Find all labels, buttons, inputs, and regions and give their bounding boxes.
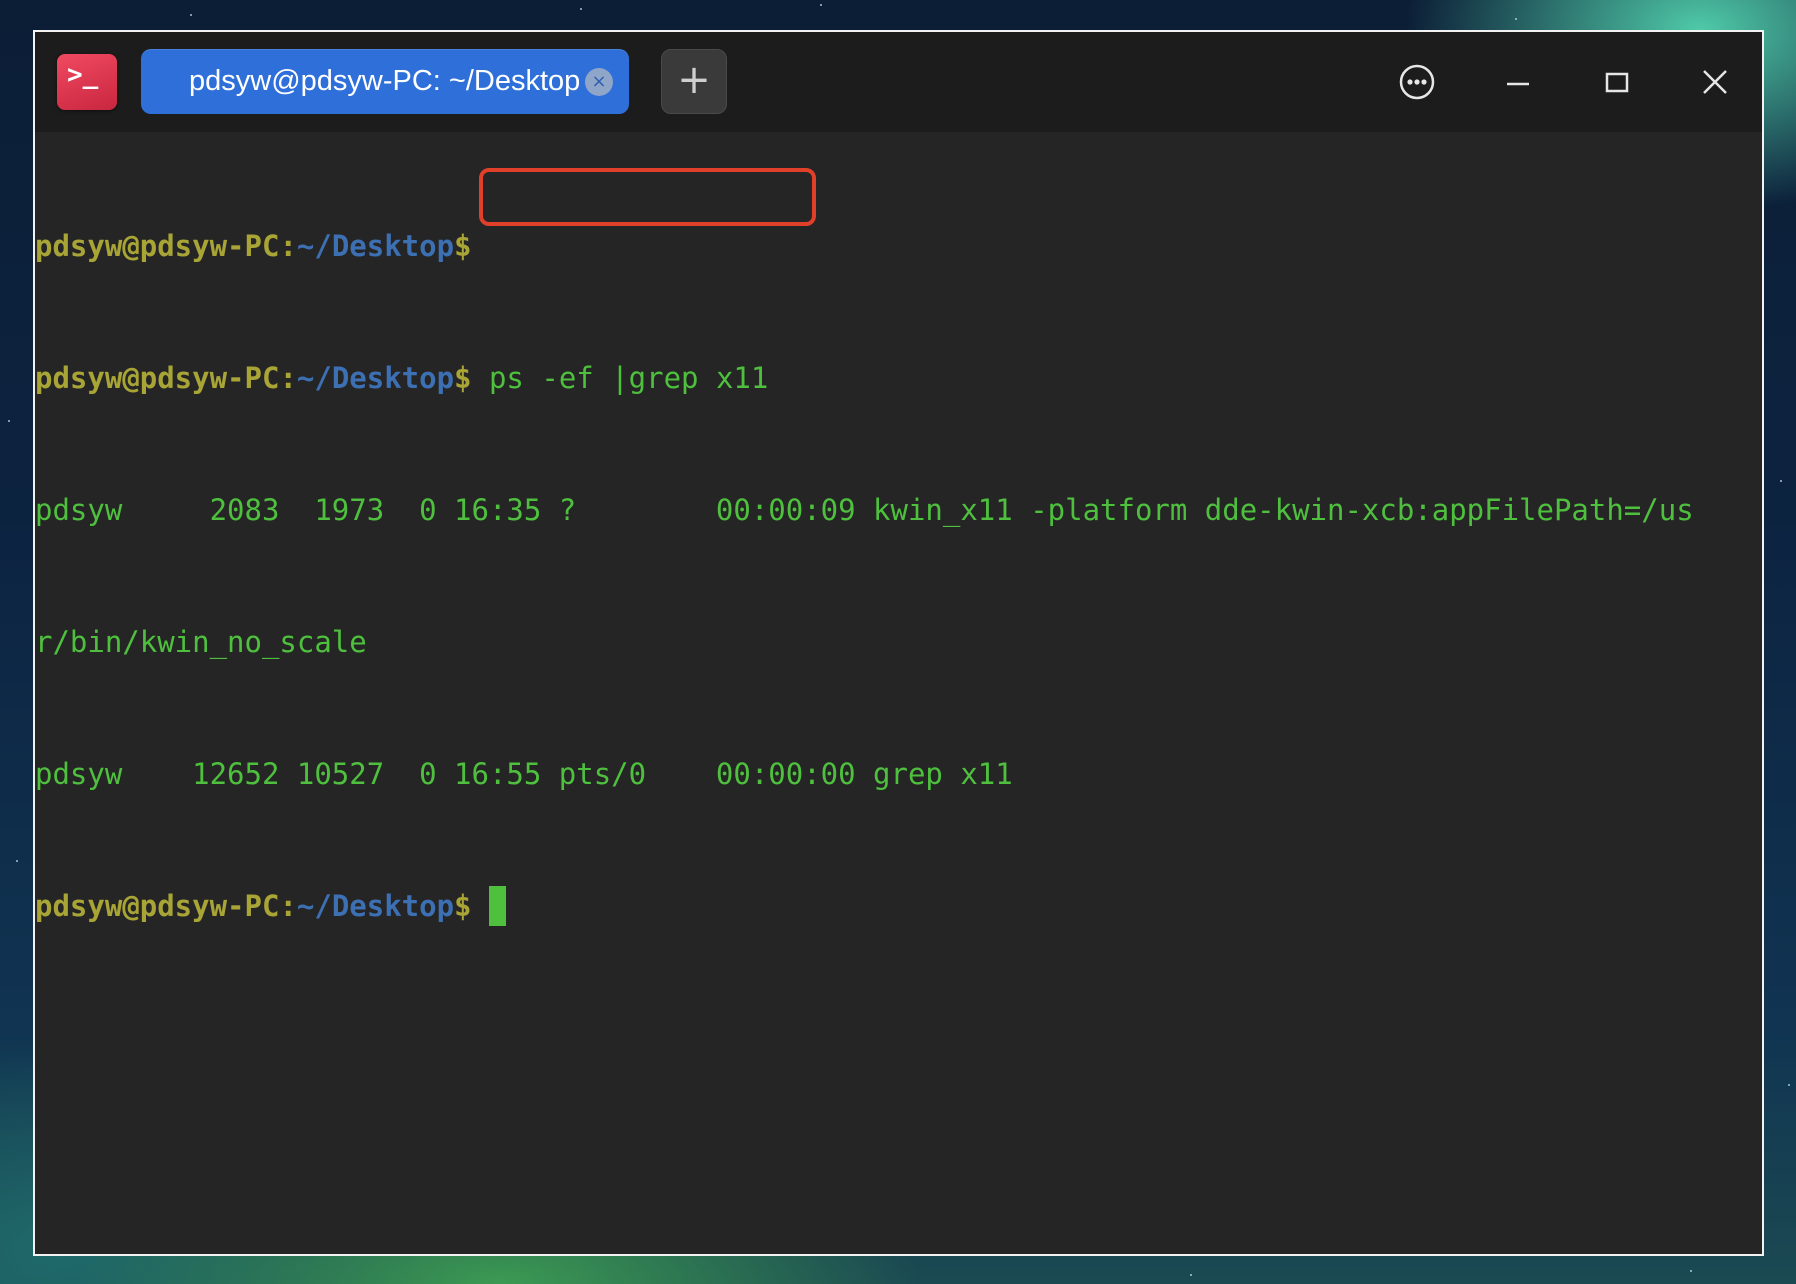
prompt-path: ~/Desktop — [296, 361, 455, 395]
background-star — [1780, 480, 1782, 482]
prompt-separator: : — [279, 361, 297, 395]
prompt-path: ~/Desktop — [296, 889, 455, 923]
output-line: r/bin/kwin_no_scale — [35, 625, 367, 659]
tab-close-icon[interactable]: × — [585, 68, 613, 96]
prompt-path: ~/Desktop — [296, 229, 455, 263]
close-icon[interactable] — [1687, 54, 1743, 110]
prompt-separator: : — [279, 229, 297, 263]
terminal-window: >_ pdsyw@pdsyw-PC: ~/Desktop × + pdsyw@p… — [33, 30, 1764, 1256]
prompt-line: pdsyw@pdsyw-PC:~/Desktop$ — [35, 224, 1762, 268]
prompt-symbol: $ — [454, 229, 472, 263]
background-star — [1190, 1274, 1192, 1276]
more-options-icon[interactable] — [1389, 54, 1445, 110]
command-text: ps -ef |grep x11 — [471, 361, 769, 395]
terminal-output-area[interactable]: pdsyw@pdsyw-PC:~/Desktop$ pdsyw@pdsyw-PC… — [35, 132, 1762, 1254]
new-tab-button[interactable]: + — [661, 49, 727, 114]
background-star — [190, 14, 192, 16]
background-star — [820, 4, 822, 6]
background-star — [1788, 1084, 1790, 1086]
terminal-icon[interactable]: >_ — [57, 54, 117, 110]
background-star — [16, 860, 18, 862]
prompt-line: pdsyw@pdsyw-PC:~/Desktop$ — [35, 884, 1762, 928]
background-star — [1515, 18, 1517, 20]
background-star — [8, 420, 10, 422]
prompt-symbol: $ — [454, 889, 472, 923]
terminal-icon-glyph: >_ — [67, 60, 99, 90]
prompt-user-host: pdsyw@pdsyw-PC — [35, 361, 280, 395]
prompt-line: pdsyw@pdsyw-PC:~/Desktop$ ps -ef |grep x… — [35, 356, 1762, 400]
command-highlight-box — [479, 168, 816, 226]
text-cursor — [488, 886, 506, 926]
output-line: pdsyw 2083 1973 0 16:35 ? 00:00:09 kwin_… — [35, 493, 1694, 527]
output-line: pdsyw 12652 10527 0 16:55 pts/0 00:00:00… — [35, 757, 1013, 791]
title-bar[interactable]: >_ pdsyw@pdsyw-PC: ~/Desktop × + — [35, 32, 1762, 132]
prompt-user-host: pdsyw@pdsyw-PC — [35, 889, 280, 923]
prompt-symbol: $ — [454, 361, 472, 395]
prompt-user-host: pdsyw@pdsyw-PC — [35, 229, 280, 263]
tab-title: pdsyw@pdsyw-PC: ~/Desktop — [189, 65, 581, 97]
prompt-separator: : — [279, 889, 297, 923]
maximize-icon[interactable] — [1589, 54, 1645, 110]
background-star — [1690, 1270, 1692, 1272]
minimize-icon[interactable] — [1490, 54, 1546, 110]
tab-active[interactable]: pdsyw@pdsyw-PC: ~/Desktop × — [141, 49, 629, 114]
background-star — [580, 8, 582, 10]
